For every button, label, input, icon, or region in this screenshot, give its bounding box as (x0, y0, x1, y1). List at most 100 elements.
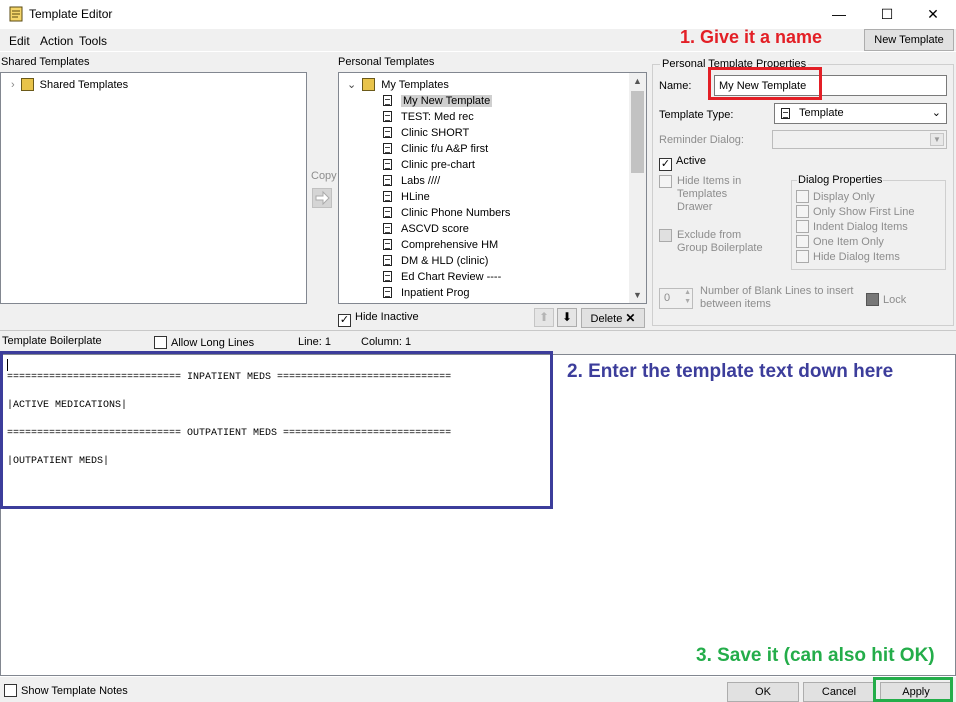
dialog-option-label: Only Show First Line (813, 206, 915, 218)
tree-node-label: Shared Templates (39, 79, 129, 91)
checkbox-icon[interactable] (154, 336, 167, 349)
template-doc-icon (383, 271, 392, 282)
template-type-value: Template (799, 107, 844, 119)
checkbox-icon[interactable] (796, 190, 809, 203)
template-doc-icon (781, 108, 790, 119)
title-bar (0, 0, 956, 28)
checkbox-icon[interactable] (659, 175, 672, 188)
scroll-down-icon[interactable]: ▼ (633, 290, 642, 300)
checkbox-icon[interactable] (4, 684, 17, 697)
checkbox-checked-icon[interactable]: ✓ (338, 314, 351, 327)
checkbox-icon[interactable] (796, 220, 809, 233)
tree-node-shared-root[interactable]: › Shared Templates (11, 77, 128, 93)
personal-template-item[interactable]: Comprehensive HM (383, 237, 510, 253)
template-doc-icon (383, 175, 392, 186)
dialog-properties-title: Dialog Properties (797, 174, 884, 186)
checkbox-icon[interactable] (866, 293, 879, 306)
personal-template-item[interactable]: Clinic Phone Numbers (383, 205, 510, 221)
allow-long-lines-label: Allow Long Lines (171, 337, 255, 349)
dialog-option-label: Indent Dialog Items (813, 221, 908, 233)
checkbox-icon[interactable] (796, 250, 809, 263)
chevron-down-icon[interactable]: ⌄ (347, 79, 356, 91)
personal-template-item[interactable]: Clinic pre-chart (383, 157, 510, 173)
checkbox-icon[interactable] (796, 205, 809, 218)
hide-items-label-line: Drawer (677, 201, 713, 213)
personal-template-item[interactable]: HLine (383, 189, 510, 205)
scroll-up-icon[interactable]: ▲ (633, 76, 642, 86)
checkbox-checked-icon[interactable]: ✓ (659, 158, 672, 171)
personal-tree-scrollbar[interactable]: ▲ ▼ (629, 73, 646, 303)
personal-template-item[interactable]: My New Template (383, 93, 510, 109)
personal-template-label: Clinic f/u A&P first (401, 143, 489, 155)
name-highlight-box (708, 67, 822, 100)
delete-x-icon: ✕ (625, 311, 636, 325)
dialog-option-label: Hide Dialog Items (813, 251, 900, 263)
checkbox-icon[interactable] (796, 235, 809, 248)
menu-tools[interactable]: Tools (79, 34, 107, 48)
personal-template-item[interactable]: Labs //// (383, 173, 510, 189)
reminder-dialog-select[interactable]: ▼ (772, 130, 947, 149)
personal-template-item[interactable]: Inpatient Prog (383, 285, 510, 301)
exclude-label: Exclude from Group Boilerplate (677, 229, 763, 255)
menu-edit[interactable]: Edit (9, 34, 30, 48)
active-checkbox[interactable]: ✓ Active (659, 155, 706, 171)
personal-template-item[interactable]: DM & HLD (clinic) (383, 253, 510, 269)
dialog-option-checkbox[interactable]: Hide Dialog Items (796, 250, 914, 265)
personal-template-item[interactable]: Clinic f/u A&P first (383, 141, 510, 157)
template-doc-icon (383, 191, 392, 202)
chevron-right-icon[interactable]: › (11, 79, 15, 91)
delete-button[interactable]: Delete ✕ (581, 308, 645, 328)
menu-action[interactable]: Action (40, 34, 73, 48)
lock-checkbox[interactable]: Lock (866, 293, 906, 306)
personal-template-label: HLine (401, 191, 430, 203)
dialog-option-checkbox[interactable]: Indent Dialog Items (796, 220, 914, 235)
copy-label: Copy (311, 170, 337, 182)
tree-node-personal-root[interactable]: ⌄ My Templates (347, 77, 449, 93)
show-template-notes-checkbox[interactable]: Show Template Notes (4, 684, 128, 697)
move-down-icon[interactable]: ⬇ (557, 308, 577, 327)
dialog-option-checkbox[interactable]: Display Only (796, 190, 914, 205)
apply-highlight-box (873, 677, 953, 702)
copy-arrow-icon[interactable] (312, 188, 332, 208)
personal-templates-header: Personal Templates (338, 56, 435, 68)
personal-template-label: My New Template (401, 95, 493, 107)
boilerplate-highlight-box (0, 351, 553, 509)
personal-template-label: Comprehensive HM (401, 239, 499, 251)
dropdown-arrow-icon[interactable]: ▼ (930, 133, 944, 146)
show-notes-label: Show Template Notes (21, 685, 128, 697)
personal-template-item[interactable]: ASCVD score (383, 221, 510, 237)
minimize-icon[interactable]: — (828, 4, 850, 24)
name-label: Name: (659, 80, 692, 92)
hide-inactive-checkbox[interactable]: ✓ Hide Inactive (338, 311, 419, 327)
hide-inactive-label: Hide Inactive (355, 311, 419, 323)
cancel-button[interactable]: Cancel (803, 682, 875, 702)
move-up-icon[interactable]: ⬆ (534, 308, 554, 327)
delete-label: Delete (590, 313, 623, 325)
maximize-icon[interactable]: ☐ (876, 4, 898, 24)
spin-down-icon[interactable]: ▼ (684, 298, 691, 305)
hide-items-label: Hide Items in Templates Drawer (677, 175, 741, 214)
reminder-dialog-label: Reminder Dialog: (659, 134, 744, 146)
dialog-option-checkbox[interactable]: One Item Only (796, 235, 914, 250)
personal-template-label: Clinic pre-chart (401, 159, 475, 171)
personal-template-item[interactable]: Ed Chart Review ---- (383, 269, 510, 285)
personal-templates-tree[interactable]: ⌄ My Templates My New Template TEST: Med r… (338, 72, 647, 304)
blank-lines-spinner[interactable]: 0 ▲ ▼ (659, 288, 693, 309)
boilerplate-header: Template Boilerplate (2, 335, 102, 347)
allow-long-lines-checkbox[interactable]: Allow Long Lines (154, 336, 254, 349)
blank-lines-label-line: between items (700, 298, 771, 310)
personal-template-item[interactable]: TEST: Med rec (383, 109, 510, 125)
chevron-down-icon[interactable]: ⌄ (932, 106, 941, 119)
template-type-select[interactable]: Template ⌄ (774, 103, 947, 124)
checkbox-icon[interactable] (659, 229, 672, 242)
dialog-option-checkbox[interactable]: Only Show First Line (796, 205, 914, 220)
personal-template-item[interactable]: Clinic SHORT (383, 125, 510, 141)
shared-templates-tree[interactable]: › Shared Templates (0, 72, 307, 304)
spin-up-icon[interactable]: ▲ (684, 289, 691, 296)
scrollbar-thumb[interactable] (631, 91, 644, 173)
ok-button[interactable]: OK (727, 682, 799, 702)
template-editor-app-icon (8, 6, 24, 22)
close-icon[interactable]: ✕ (922, 4, 944, 24)
template-doc-icon (383, 127, 392, 138)
new-template-button[interactable]: New Template (864, 29, 954, 51)
